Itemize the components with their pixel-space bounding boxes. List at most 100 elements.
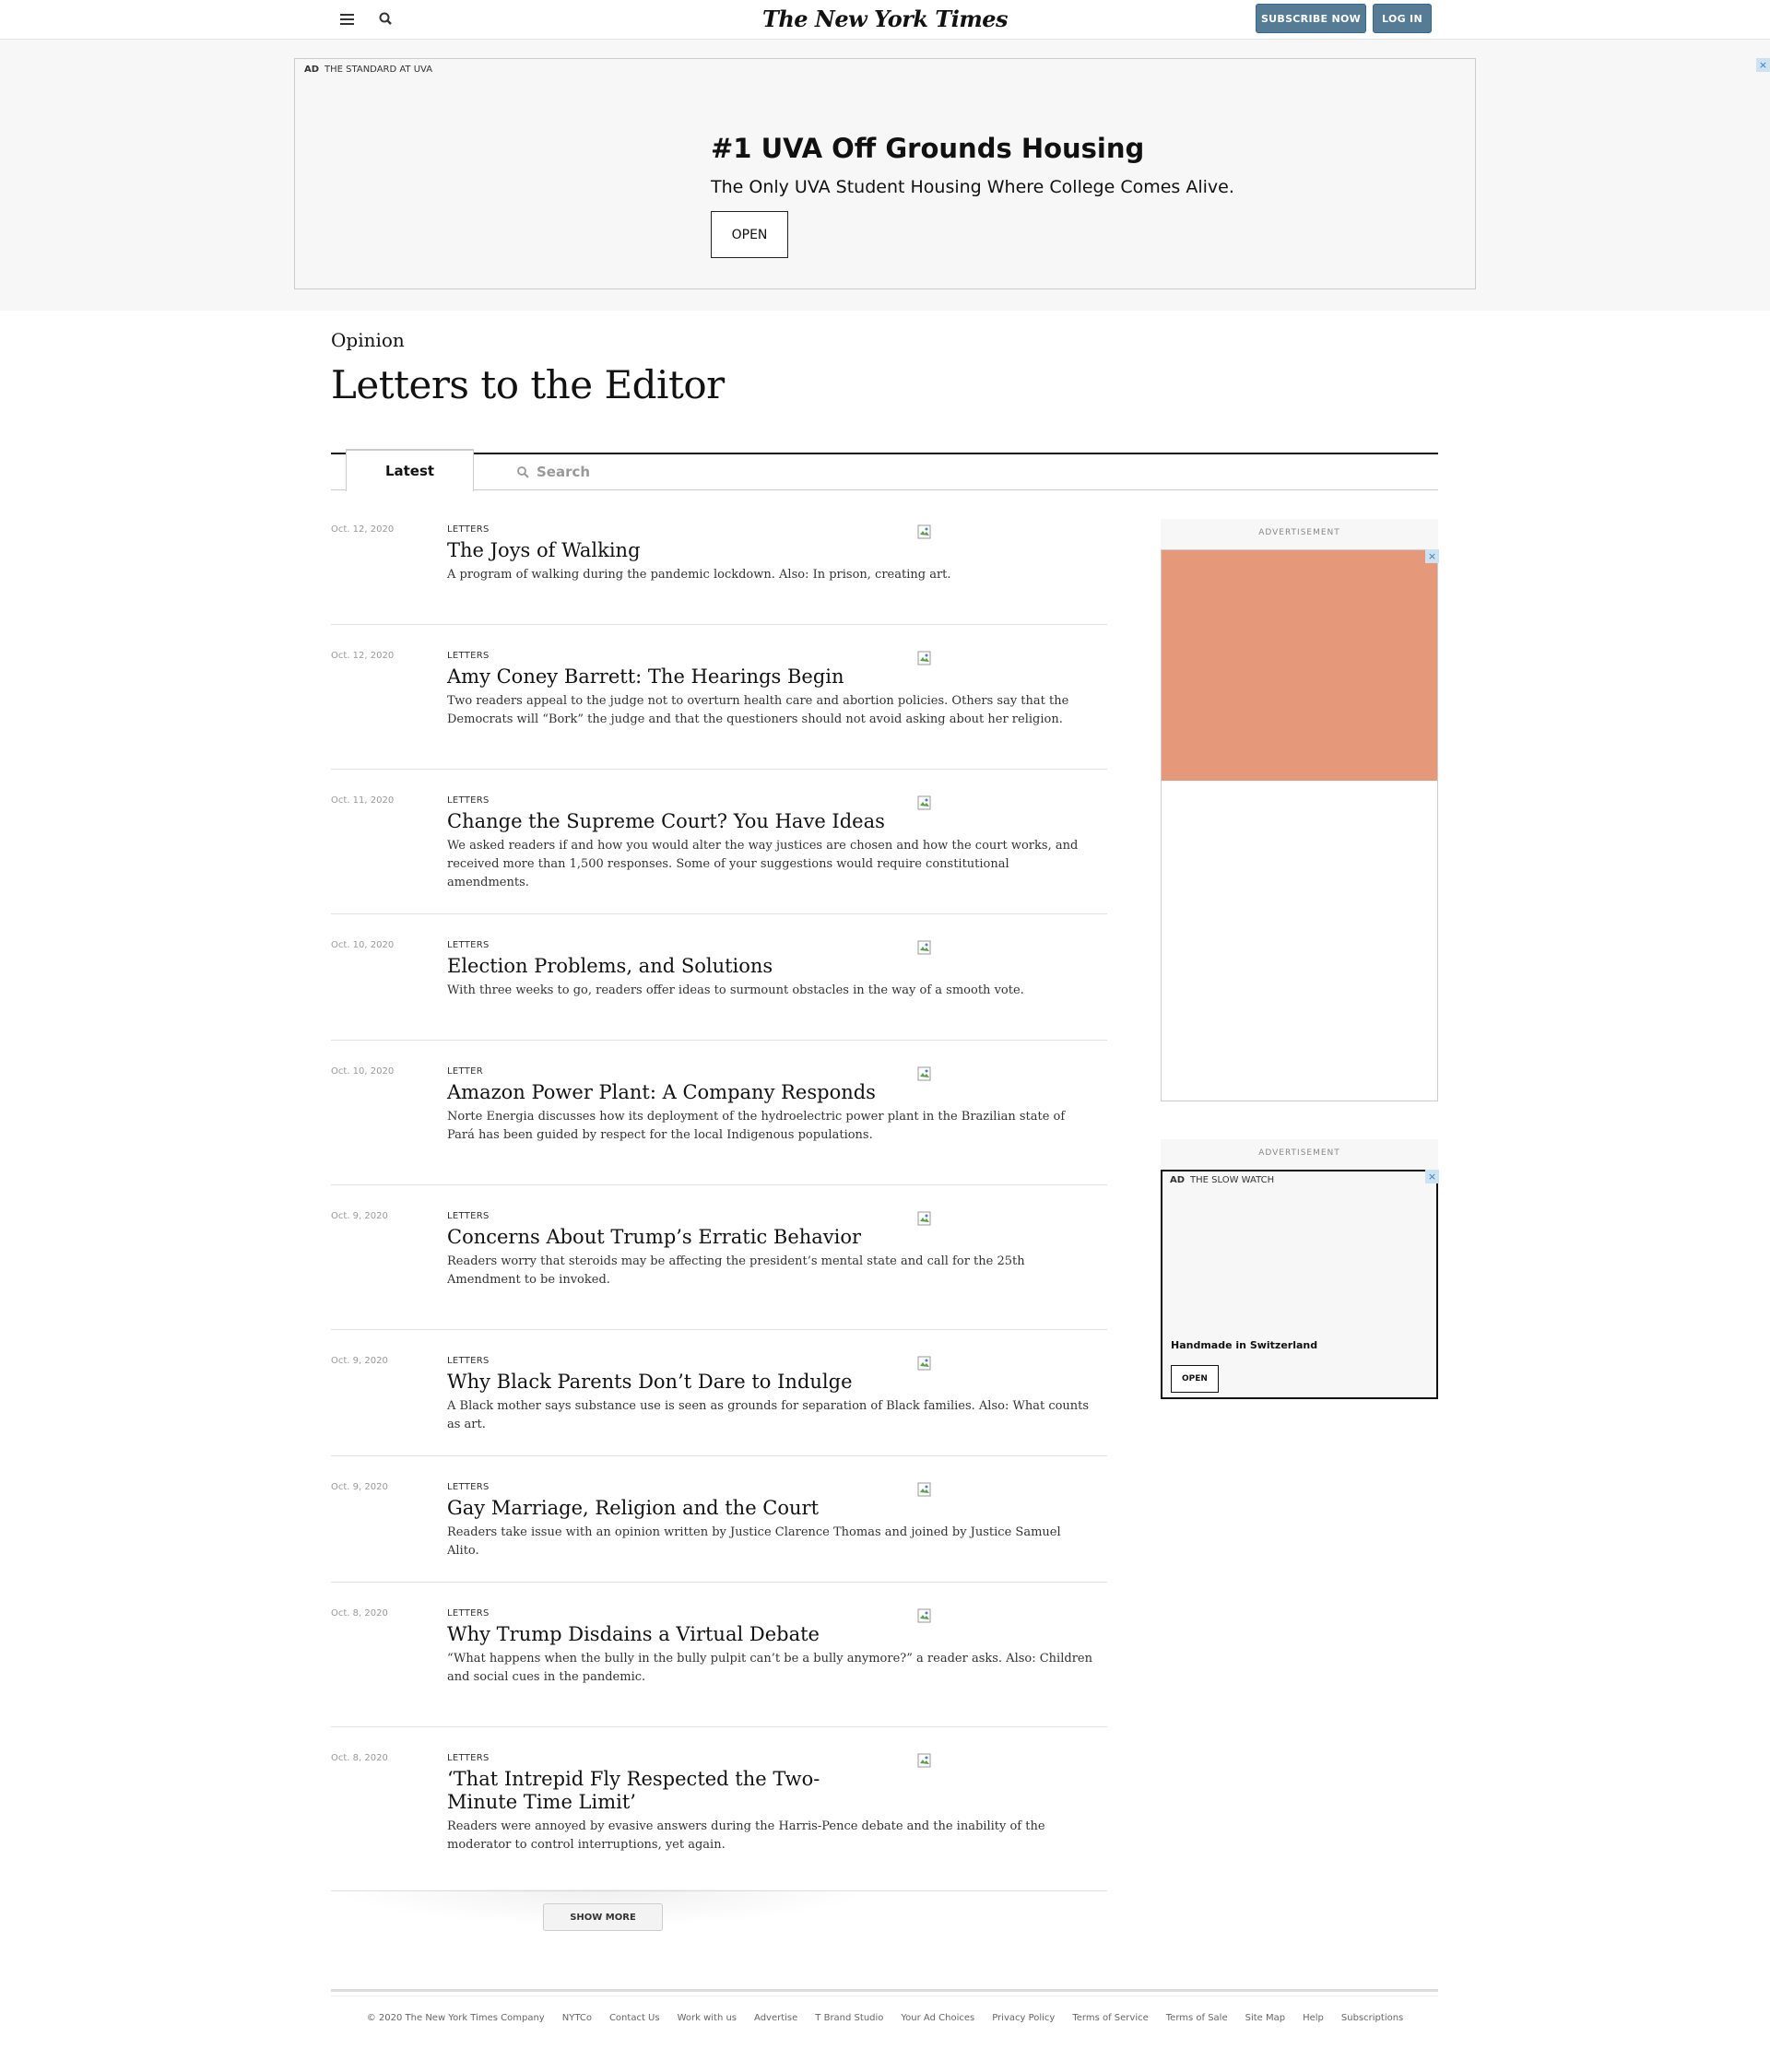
article-title[interactable]: ‘That Intrepid Fly Respected the Two-Min… [447, 1768, 890, 1814]
footer-links: © 2020 The New York Times Company NYTCo C… [0, 2013, 1770, 2023]
footer-link[interactable]: Subscriptions [1341, 2013, 1403, 2023]
article-item[interactable]: Oct. 8, 2020 LETTERS Why Trump Disdains a … [331, 1608, 1107, 1727]
broken-image-icon[interactable] [917, 1608, 932, 1623]
article-date: Oct. 8, 2020 [331, 1753, 388, 1763]
footer-rule [331, 1989, 1438, 1992]
footer-link[interactable]: T Brand Studio [815, 2013, 883, 2023]
footer-link[interactable]: Terms of Sale [1166, 2013, 1228, 2023]
article-date: Oct. 9, 2020 [331, 1211, 388, 1221]
tabs-top-rule [331, 453, 1438, 454]
broken-image-icon[interactable] [917, 651, 932, 665]
article-kicker: LETTERS [447, 1356, 490, 1366]
article-summary: A Black mother says substance use is see… [447, 1399, 1090, 1431]
search-icon [517, 466, 529, 478]
broken-image-icon[interactable] [917, 940, 932, 955]
article-kicker: LETTERS [447, 940, 490, 950]
article-item[interactable]: Oct. 11, 2020 LETTERS Change the Supreme C… [331, 795, 1107, 914]
watch-ad-text: Handmade in Switzerland [1171, 1339, 1318, 1351]
article-summary: Readers were annoyed by evasive answers … [447, 1819, 1045, 1852]
page-title: Letters to the Editor [331, 362, 725, 407]
ad-close-icon[interactable]: × [1756, 58, 1770, 72]
article-summary: Norte Energia discusses how its deployme… [447, 1110, 1066, 1142]
article-summary: “What happens when the bully in the bull… [447, 1652, 1092, 1684]
article-summary: We asked readers if and how you would al… [447, 839, 1079, 889]
masthead-logo[interactable]: The New York Times [0, 6, 1770, 32]
article-kicker: LETTER [447, 1066, 483, 1077]
article-date: Oct. 9, 2020 [331, 1356, 388, 1366]
broken-image-icon[interactable] [917, 1753, 932, 1768]
footer-copyright: © 2020 The New York Times Company [366, 2013, 545, 2023]
article-item[interactable]: Oct. 9, 2020 LETTERS Gay Marriage, Religio… [331, 1482, 1107, 1583]
top-ad-banner[interactable]: AD THE STANDARD AT UVA #1 UVA Off Grounds… [294, 58, 1476, 289]
watch-ad-banner[interactable]: AD THE SLOW WATCH Handmade in Switzerland… [1161, 1170, 1438, 1399]
article-title[interactable]: Amazon Power Plant: A Company Responds [447, 1081, 890, 1104]
article-item[interactable]: Oct. 9, 2020 LETTERS Concerns About Trump’… [331, 1211, 1107, 1330]
article-kicker: LETTERS [447, 1753, 490, 1763]
ad-open-button[interactable]: OPEN [711, 211, 788, 258]
article-summary: With three weeks to go, readers offer id… [447, 983, 1024, 997]
broken-image-icon[interactable] [917, 1066, 932, 1081]
article-date: Oct. 9, 2020 [331, 1482, 388, 1492]
tabs-bottom-rule [331, 489, 1438, 490]
sidebar-ad-1: ADVERTISEMENT × [1161, 519, 1439, 1101]
article-item[interactable]: Oct. 8, 2020 LETTERS ‘That Intrepid Fly Re… [331, 1753, 1107, 1891]
article-title[interactable]: Concerns About Trump’s Erratic Behavior [447, 1226, 890, 1249]
ad-close-icon[interactable]: × [1425, 1170, 1439, 1183]
ad-image-block[interactable] [1162, 550, 1437, 781]
article-kicker: LETTERS [447, 795, 490, 806]
article-title[interactable]: The Joys of Walking [447, 539, 890, 562]
broken-image-icon[interactable] [917, 1482, 932, 1497]
broken-image-icon[interactable] [917, 524, 932, 539]
article-date: Oct. 10, 2020 [331, 940, 395, 950]
article-item[interactable]: Oct. 9, 2020 LETTERS Why Black Parents Don… [331, 1356, 1107, 1456]
ad-label: AD THE STANDARD AT UVA [304, 65, 433, 75]
footer-link[interactable]: Help [1303, 2013, 1324, 2023]
article-date: Oct. 12, 2020 [331, 651, 395, 661]
article-kicker: LETTERS [447, 524, 490, 535]
footer-link[interactable]: Privacy Policy [992, 2013, 1055, 2023]
ad-close-icon[interactable]: × [1425, 549, 1439, 563]
article-date: Oct. 8, 2020 [331, 1608, 388, 1619]
article-title[interactable]: Why Trump Disdains a Virtual Debate [447, 1623, 890, 1646]
footer-link[interactable]: Contact Us [609, 2013, 660, 2023]
ad-subline: The Only UVA Student Housing Where Colle… [711, 177, 1234, 197]
sidebar-ad-1-body[interactable] [1161, 549, 1438, 1101]
broken-image-icon[interactable] [917, 1211, 932, 1226]
ad-label: AD THE SLOW WATCH [1170, 1175, 1275, 1185]
footer-rule-thin [331, 1995, 1438, 1996]
article-date: Oct. 11, 2020 [331, 795, 395, 806]
top-nav-bar: The New York Times SUBSCRIBE NOW LOG IN [0, 0, 1770, 40]
broken-image-icon[interactable] [917, 795, 932, 810]
watch-ad-open-button[interactable]: OPEN [1171, 1365, 1219, 1393]
footer-link[interactable]: Advertise [754, 2013, 797, 2023]
section-kicker[interactable]: Opinion [331, 329, 405, 351]
search-label: Search [537, 464, 591, 480]
footer-link[interactable]: Your Ad Choices [901, 2013, 974, 2023]
article-date: Oct. 10, 2020 [331, 1066, 395, 1077]
subscribe-button[interactable]: SUBSCRIBE NOW [1256, 4, 1366, 33]
tab-search[interactable]: Search [516, 459, 885, 485]
footer-link[interactable]: Terms of Service [1072, 2013, 1148, 2023]
broken-image-icon[interactable] [917, 1356, 932, 1371]
article-summary: Readers take issue with an opinion writt… [447, 1525, 1061, 1558]
article-title[interactable]: Change the Supreme Court? You Have Ideas [447, 810, 890, 833]
show-more-button[interactable]: SHOW MORE [543, 1903, 663, 1931]
footer-link[interactable]: Work with us [678, 2013, 737, 2023]
article-title[interactable]: Election Problems, and Solutions [447, 955, 890, 978]
article-title[interactable]: Why Black Parents Don’t Dare to Indulge [447, 1371, 890, 1394]
sidebar-ad-2: ADVERTISEMENT AD THE SLOW WATCH Handmade … [1161, 1139, 1439, 1399]
article-item[interactable]: Oct. 10, 2020 LETTER Amazon Power Plant: A… [331, 1066, 1107, 1185]
article-item[interactable]: Oct. 10, 2020 LETTERS Election Problems, a… [331, 940, 1107, 1041]
article-kicker: LETTERS [447, 1482, 490, 1492]
article-date: Oct. 12, 2020 [331, 524, 395, 535]
article-title[interactable]: Amy Coney Barrett: The Hearings Begin [447, 665, 890, 689]
sidebar-ad-2-body[interactable]: AD THE SLOW WATCH Handmade in Switzerland… [1161, 1170, 1438, 1399]
article-item[interactable]: Oct. 12, 2020 LETTERS Amy Coney Barrett: T… [331, 651, 1107, 770]
article-kicker: LETTERS [447, 651, 490, 661]
footer-link[interactable]: NYTCo [562, 2013, 592, 2023]
login-button[interactable]: LOG IN [1373, 4, 1432, 33]
tab-latest[interactable]: Latest [346, 449, 474, 491]
footer-link[interactable]: Site Map [1245, 2013, 1285, 2023]
article-title[interactable]: Gay Marriage, Religion and the Court [447, 1497, 890, 1520]
article-item[interactable]: Oct. 12, 2020 LETTERS The Joys of Walking A… [331, 524, 1107, 625]
